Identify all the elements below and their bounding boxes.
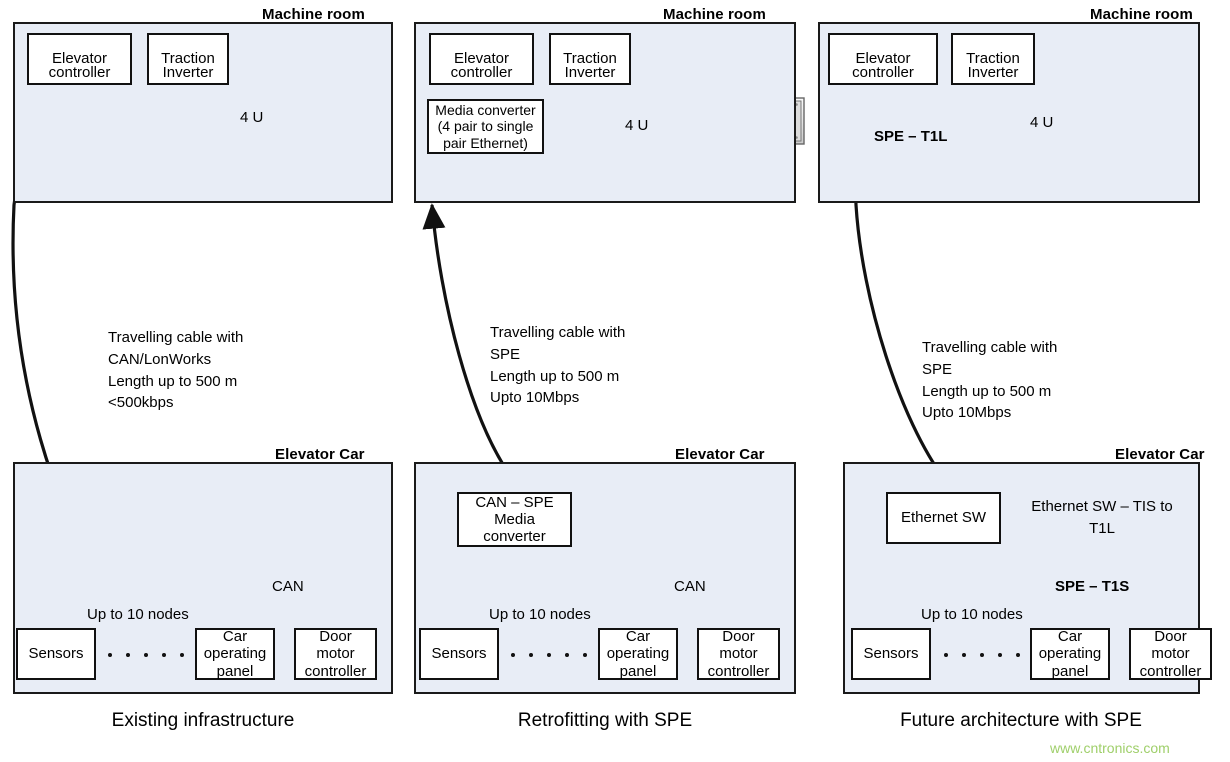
spe-t1l-label-col3: SPE – T1L bbox=[874, 128, 948, 145]
bus-label-col3: SPE – T1S bbox=[1055, 578, 1130, 595]
box-line: Media converter bbox=[435, 102, 536, 119]
rack-size-label-col3: 4 U bbox=[1030, 114, 1054, 131]
box-line: Sensors bbox=[28, 645, 84, 663]
sensors-box-col2[interactable]: Sensors bbox=[419, 628, 499, 680]
box-line: Inverter bbox=[967, 63, 1019, 81]
machine-room-title-col1: Machine room bbox=[262, 6, 365, 23]
elevator-car-title-col3: Elevator Car bbox=[1115, 446, 1205, 463]
box-line: operating bbox=[1038, 645, 1102, 663]
column-caption-col1: Existing infrastructure bbox=[111, 710, 295, 731]
box-line: Door bbox=[319, 628, 352, 646]
door-motor-controller-box-col2[interactable]: Door motor controller bbox=[697, 628, 780, 680]
box-line: panel bbox=[1051, 662, 1089, 680]
elevator-controller-box-col2-line2: controller bbox=[429, 33, 534, 85]
bus-label-col1: CAN bbox=[272, 578, 304, 595]
traction-inverter-box-col2-line2: Inverter bbox=[549, 33, 631, 85]
box-line: Door bbox=[722, 628, 755, 646]
box-line: controller bbox=[852, 63, 914, 81]
rack-size-label-col1: 4 U bbox=[240, 109, 264, 126]
box-line: CAN – SPE bbox=[475, 493, 554, 511]
traction-inverter-box-col3-line2: Inverter bbox=[951, 33, 1035, 85]
box-line: pair Ethernet) bbox=[443, 134, 528, 151]
bus-label-col2: CAN bbox=[674, 578, 706, 595]
machine-room-title-col3: Machine room bbox=[1090, 6, 1193, 23]
sensors-box-col3[interactable]: Sensors bbox=[851, 628, 931, 680]
box-line: operating bbox=[203, 645, 267, 663]
travelling-cable-note-col2: Travelling cable with SPE Length up to 5… bbox=[490, 324, 626, 407]
can-spe-media-converter-box-col2[interactable]: CAN – SPE Media converter bbox=[457, 492, 572, 547]
box-line: motor bbox=[316, 645, 355, 663]
door-motor-controller-box-col1[interactable]: Door motor controller bbox=[294, 628, 377, 680]
elevator-controller-box-col3-line2: controller bbox=[828, 33, 938, 85]
elevator-car-title-col1: Elevator Car bbox=[275, 446, 365, 463]
nodes-label-col3: Up to 10 nodes bbox=[921, 606, 1023, 623]
box-line: operating bbox=[606, 645, 670, 663]
car-operating-panel-box-col2[interactable]: Car operating panel bbox=[598, 628, 678, 680]
car-operating-panel-box-col1[interactable]: Car operating panel bbox=[195, 628, 275, 680]
box-line: Door bbox=[1154, 628, 1187, 646]
media-converter-box-col2[interactable]: Media converter (4 pair to single pair E… bbox=[427, 99, 544, 154]
ellipsis-dots-col2 bbox=[511, 653, 587, 657]
box-line: Car bbox=[1057, 628, 1083, 646]
ethernet-switch-box-col3[interactable]: Ethernet SW bbox=[886, 492, 1001, 544]
ellipsis-dots-col3 bbox=[944, 653, 1020, 657]
box-line: (4 pair to single bbox=[437, 118, 534, 135]
box-line: Car bbox=[625, 628, 651, 646]
elevator-controller-box-col1-line2: controller bbox=[27, 33, 132, 85]
travelling-cable-note-col1: Travelling cable with CAN/LonWorks Lengt… bbox=[108, 329, 244, 412]
box-line: Ethernet SW bbox=[900, 509, 987, 527]
box-line: motor bbox=[719, 645, 758, 663]
column-caption-col3: Future architecture with SPE bbox=[900, 710, 1142, 731]
box-line: controller bbox=[450, 63, 513, 81]
column-caption-col2: Retrofitting with SPE bbox=[517, 710, 693, 731]
door-motor-controller-box-col3[interactable]: Door motor controller bbox=[1129, 628, 1212, 680]
sensors-box-col1[interactable]: Sensors bbox=[16, 628, 96, 680]
travelling-cable-note-col3: Travelling cable with SPE Length up to 5… bbox=[922, 339, 1058, 422]
box-line: Inverter bbox=[162, 63, 214, 81]
box-line: controller bbox=[304, 662, 367, 680]
ethernet-switch-note-col3: Ethernet SW – TIS to T1L bbox=[1031, 498, 1173, 537]
box-line: Car bbox=[222, 628, 248, 646]
elevator-car-title-col2: Elevator Car bbox=[675, 446, 765, 463]
box-line: panel bbox=[216, 662, 254, 680]
box-line: panel bbox=[619, 662, 657, 680]
box-line: Sensors bbox=[863, 645, 919, 663]
machine-room-title-col2: Machine room bbox=[663, 6, 766, 23]
box-line: controller bbox=[48, 63, 111, 81]
box-line: Sensors bbox=[431, 645, 487, 663]
traction-inverter-box-col1-line2: Inverter bbox=[147, 33, 229, 85]
box-line: controller bbox=[1139, 662, 1202, 680]
box-line: Media converter bbox=[483, 510, 546, 546]
box-line: motor bbox=[1151, 645, 1190, 663]
ellipsis-dots-col1 bbox=[108, 653, 184, 657]
nodes-label-col2: Up to 10 nodes bbox=[489, 606, 591, 623]
box-line: controller bbox=[707, 662, 770, 680]
site-watermark: www.cntronics.com bbox=[1050, 740, 1170, 756]
box-line: Inverter bbox=[564, 63, 616, 81]
rack-size-label-col2: 4 U bbox=[625, 117, 649, 134]
nodes-label-col1: Up to 10 nodes bbox=[87, 606, 189, 623]
car-operating-panel-box-col3[interactable]: Car operating panel bbox=[1030, 628, 1110, 680]
